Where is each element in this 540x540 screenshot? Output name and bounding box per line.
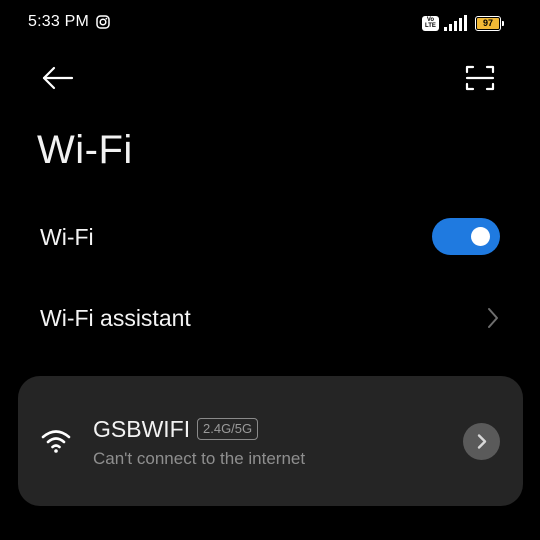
page-title: Wi-Fi xyxy=(37,128,133,172)
chevron-right-icon xyxy=(484,307,502,329)
status-bar: 5:33 PM Vo LTE 97 xyxy=(0,0,540,46)
wifi-toggle-row: Wi-Fi xyxy=(0,205,540,269)
toggle-knob xyxy=(471,227,490,246)
back-arrow-icon xyxy=(42,66,74,90)
wifi-assistant-row[interactable]: Wi-Fi assistant xyxy=(0,286,540,350)
wifi-signal-icon xyxy=(41,428,71,454)
network-item-gsbwifi[interactable]: GSBWIFI 2.4G/5G Can't connect to the int… xyxy=(18,376,523,506)
battery-icon: 97 xyxy=(475,16,505,31)
battery-level: 97 xyxy=(477,18,499,29)
network-details-button[interactable] xyxy=(463,423,500,460)
network-name: GSBWIFI xyxy=(93,416,191,442)
wifi-toggle-switch[interactable] xyxy=(432,218,500,255)
qr-scan-icon xyxy=(465,65,495,91)
cellular-signal-icon xyxy=(444,15,468,31)
wifi-toggle-label: Wi-Fi xyxy=(40,224,94,250)
qr-scan-button[interactable] xyxy=(458,58,502,98)
instagram-icon xyxy=(96,15,110,29)
chevron-right-circle-icon xyxy=(477,434,487,449)
wifi-assistant-label: Wi-Fi assistant xyxy=(40,305,191,331)
back-button[interactable] xyxy=(36,58,80,98)
status-time: 5:33 PM xyxy=(28,13,89,30)
network-band-badge: 2.4G/5G xyxy=(197,418,259,440)
network-status: Can't connect to the internet xyxy=(93,449,306,468)
volte-icon: Vo LTE xyxy=(422,16,439,31)
